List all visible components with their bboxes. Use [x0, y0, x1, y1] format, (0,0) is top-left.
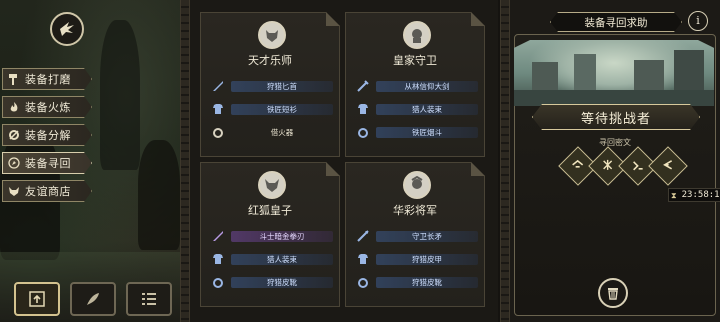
spear-icon	[354, 227, 372, 245]
sword-icon	[354, 77, 372, 95]
equipment-row[interactable]: 狩猎皮靴	[354, 273, 478, 291]
equipment-row[interactable]: 铁匠短衫	[209, 100, 333, 118]
menu-item-label: 友谊商店	[25, 185, 71, 198]
feather-icon	[87, 293, 99, 305]
menu-item-dismantle[interactable]: 装备分解	[2, 124, 92, 146]
upload-icon	[29, 291, 45, 307]
menu-item-friend-shop[interactable]: 友谊商店	[2, 180, 92, 202]
equipment-row[interactable]: 铁匠烟斗	[354, 123, 478, 141]
character-card[interactable]: 皇家守卫 从林信仰大剑 猎人装束 铁匠烟斗	[345, 12, 485, 157]
ring-icon	[354, 123, 372, 141]
ring-icon	[209, 123, 227, 141]
tree-silhouette	[100, 20, 140, 170]
info-button[interactable]: i	[688, 11, 708, 31]
glyph-1-icon	[571, 157, 585, 176]
divider	[500, 0, 510, 322]
gear-break-icon	[3, 129, 25, 141]
feather-button[interactable]	[70, 282, 116, 316]
equipment-name: 狩猎皮靴	[231, 277, 333, 288]
equipment-row[interactable]: 借火器	[209, 123, 333, 141]
menu-item-forge[interactable]: 装备火炼	[2, 96, 92, 118]
equipment-name: 狩猎皮甲	[376, 254, 478, 265]
flame-icon	[3, 101, 25, 113]
guard-portrait-icon	[412, 29, 422, 43]
equipment-name: 从林信仰大剑	[376, 81, 478, 92]
wing-emblem-icon	[60, 22, 74, 36]
equipment-row[interactable]: 猎人装束	[354, 100, 478, 118]
character-card[interactable]: 天才乐师 狩猎匕首 铁匠短衫 借火器	[200, 12, 340, 157]
equipment-row[interactable]: 狩猎皮甲	[354, 250, 478, 268]
character-name: 天才乐师	[248, 54, 292, 67]
character-portrait	[258, 171, 286, 199]
fox-icon	[3, 185, 25, 197]
armor-icon	[354, 250, 372, 268]
equipment-name: 铁匠烟斗	[376, 127, 478, 138]
tree-silhouette	[138, 140, 180, 250]
scene-illustration	[514, 40, 714, 106]
character-card[interactable]: 华彩将军 守卫长矛 狩猎皮甲 狩猎皮靴	[345, 162, 485, 307]
menu-item-label: 装备分解	[25, 129, 71, 142]
general-portrait-icon	[411, 176, 423, 189]
equipment-name: 猎人装束	[231, 254, 333, 265]
dagger-icon	[209, 77, 227, 95]
character-name: 华彩将军	[393, 204, 437, 217]
equipment-row[interactable]: 狩猎皮靴	[209, 273, 333, 291]
list-icon	[142, 293, 156, 305]
upload-button[interactable]	[14, 282, 60, 316]
character-portrait	[403, 171, 431, 199]
armor-icon	[209, 250, 227, 268]
equipment-row[interactable]: 从林信仰大剑	[354, 77, 478, 95]
character-name: 红狐皇子	[248, 204, 292, 217]
blade-icon	[209, 227, 227, 245]
divider	[180, 0, 190, 322]
menu-item-label: 装备打磨	[25, 73, 71, 86]
compass-icon	[3, 157, 25, 169]
hammer-icon	[3, 73, 25, 85]
countdown-timer: ⧗ 23:58:12	[668, 188, 720, 202]
armor-icon	[354, 100, 372, 118]
menu-item-label: 装备寻回	[25, 157, 71, 170]
character-card[interactable]: 红狐皇子 斗士暗金拳刃 猎人装束 狩猎皮靴	[200, 162, 340, 307]
equipment-row[interactable]: 守卫长矛	[354, 227, 478, 245]
list-button[interactable]	[126, 282, 172, 316]
equipment-name: 狩猎匕首	[231, 81, 333, 92]
delete-button[interactable]	[598, 278, 628, 308]
cat-portrait-icon	[266, 30, 278, 42]
ring-icon	[354, 273, 372, 291]
glyph-2-icon	[601, 157, 615, 176]
timer-value: 23:58:12	[681, 190, 720, 200]
character-name: 皇家守卫	[393, 54, 437, 67]
equipment-name: 守卫长矛	[376, 231, 478, 242]
equipment-name: 借火器	[270, 128, 294, 137]
panel-title: 装备寻回求助	[550, 12, 682, 32]
menu-item-polish[interactable]: 装备打磨	[2, 68, 92, 90]
back-emblem-button[interactable]	[50, 12, 84, 46]
equipment-row[interactable]: 狩猎匕首	[209, 77, 333, 95]
ring-icon	[209, 273, 227, 291]
armor-icon	[209, 100, 227, 118]
character-grid: 天才乐师 狩猎匕首 铁匠短衫 借火器 皇家守卫 从林信仰大剑 猎人装束 铁匠烟斗…	[190, 0, 498, 322]
cipher-label: 寻回密文	[599, 138, 631, 147]
equipment-name: 铁匠短衫	[231, 104, 333, 115]
trash-icon	[608, 288, 618, 300]
street-shape	[514, 90, 714, 106]
character-portrait	[403, 21, 431, 49]
menu-item-label: 装备火炼	[25, 101, 71, 114]
retrieve-panel: 装备寻回求助 i 等待挑战者 寻回密文 ⧗ 23:58:12	[510, 0, 720, 322]
character-portrait	[258, 21, 286, 49]
fox-portrait-icon	[265, 179, 279, 192]
status-banner: 等待挑战者	[532, 104, 700, 130]
equipment-name: 斗士暗金拳刃	[231, 231, 333, 242]
glyph-3-icon	[631, 157, 645, 176]
equipment-row[interactable]: 斗士暗金拳刃	[209, 227, 333, 245]
hourglass-icon: ⧗	[671, 191, 677, 200]
menu-item-retrieve[interactable]: 装备寻回	[2, 152, 92, 174]
equipment-name: 猎人装束	[376, 104, 478, 115]
equipment-row[interactable]: 猎人装束	[209, 250, 333, 268]
equipment-name: 狩猎皮靴	[376, 277, 478, 288]
glyph-4-icon	[661, 157, 675, 176]
